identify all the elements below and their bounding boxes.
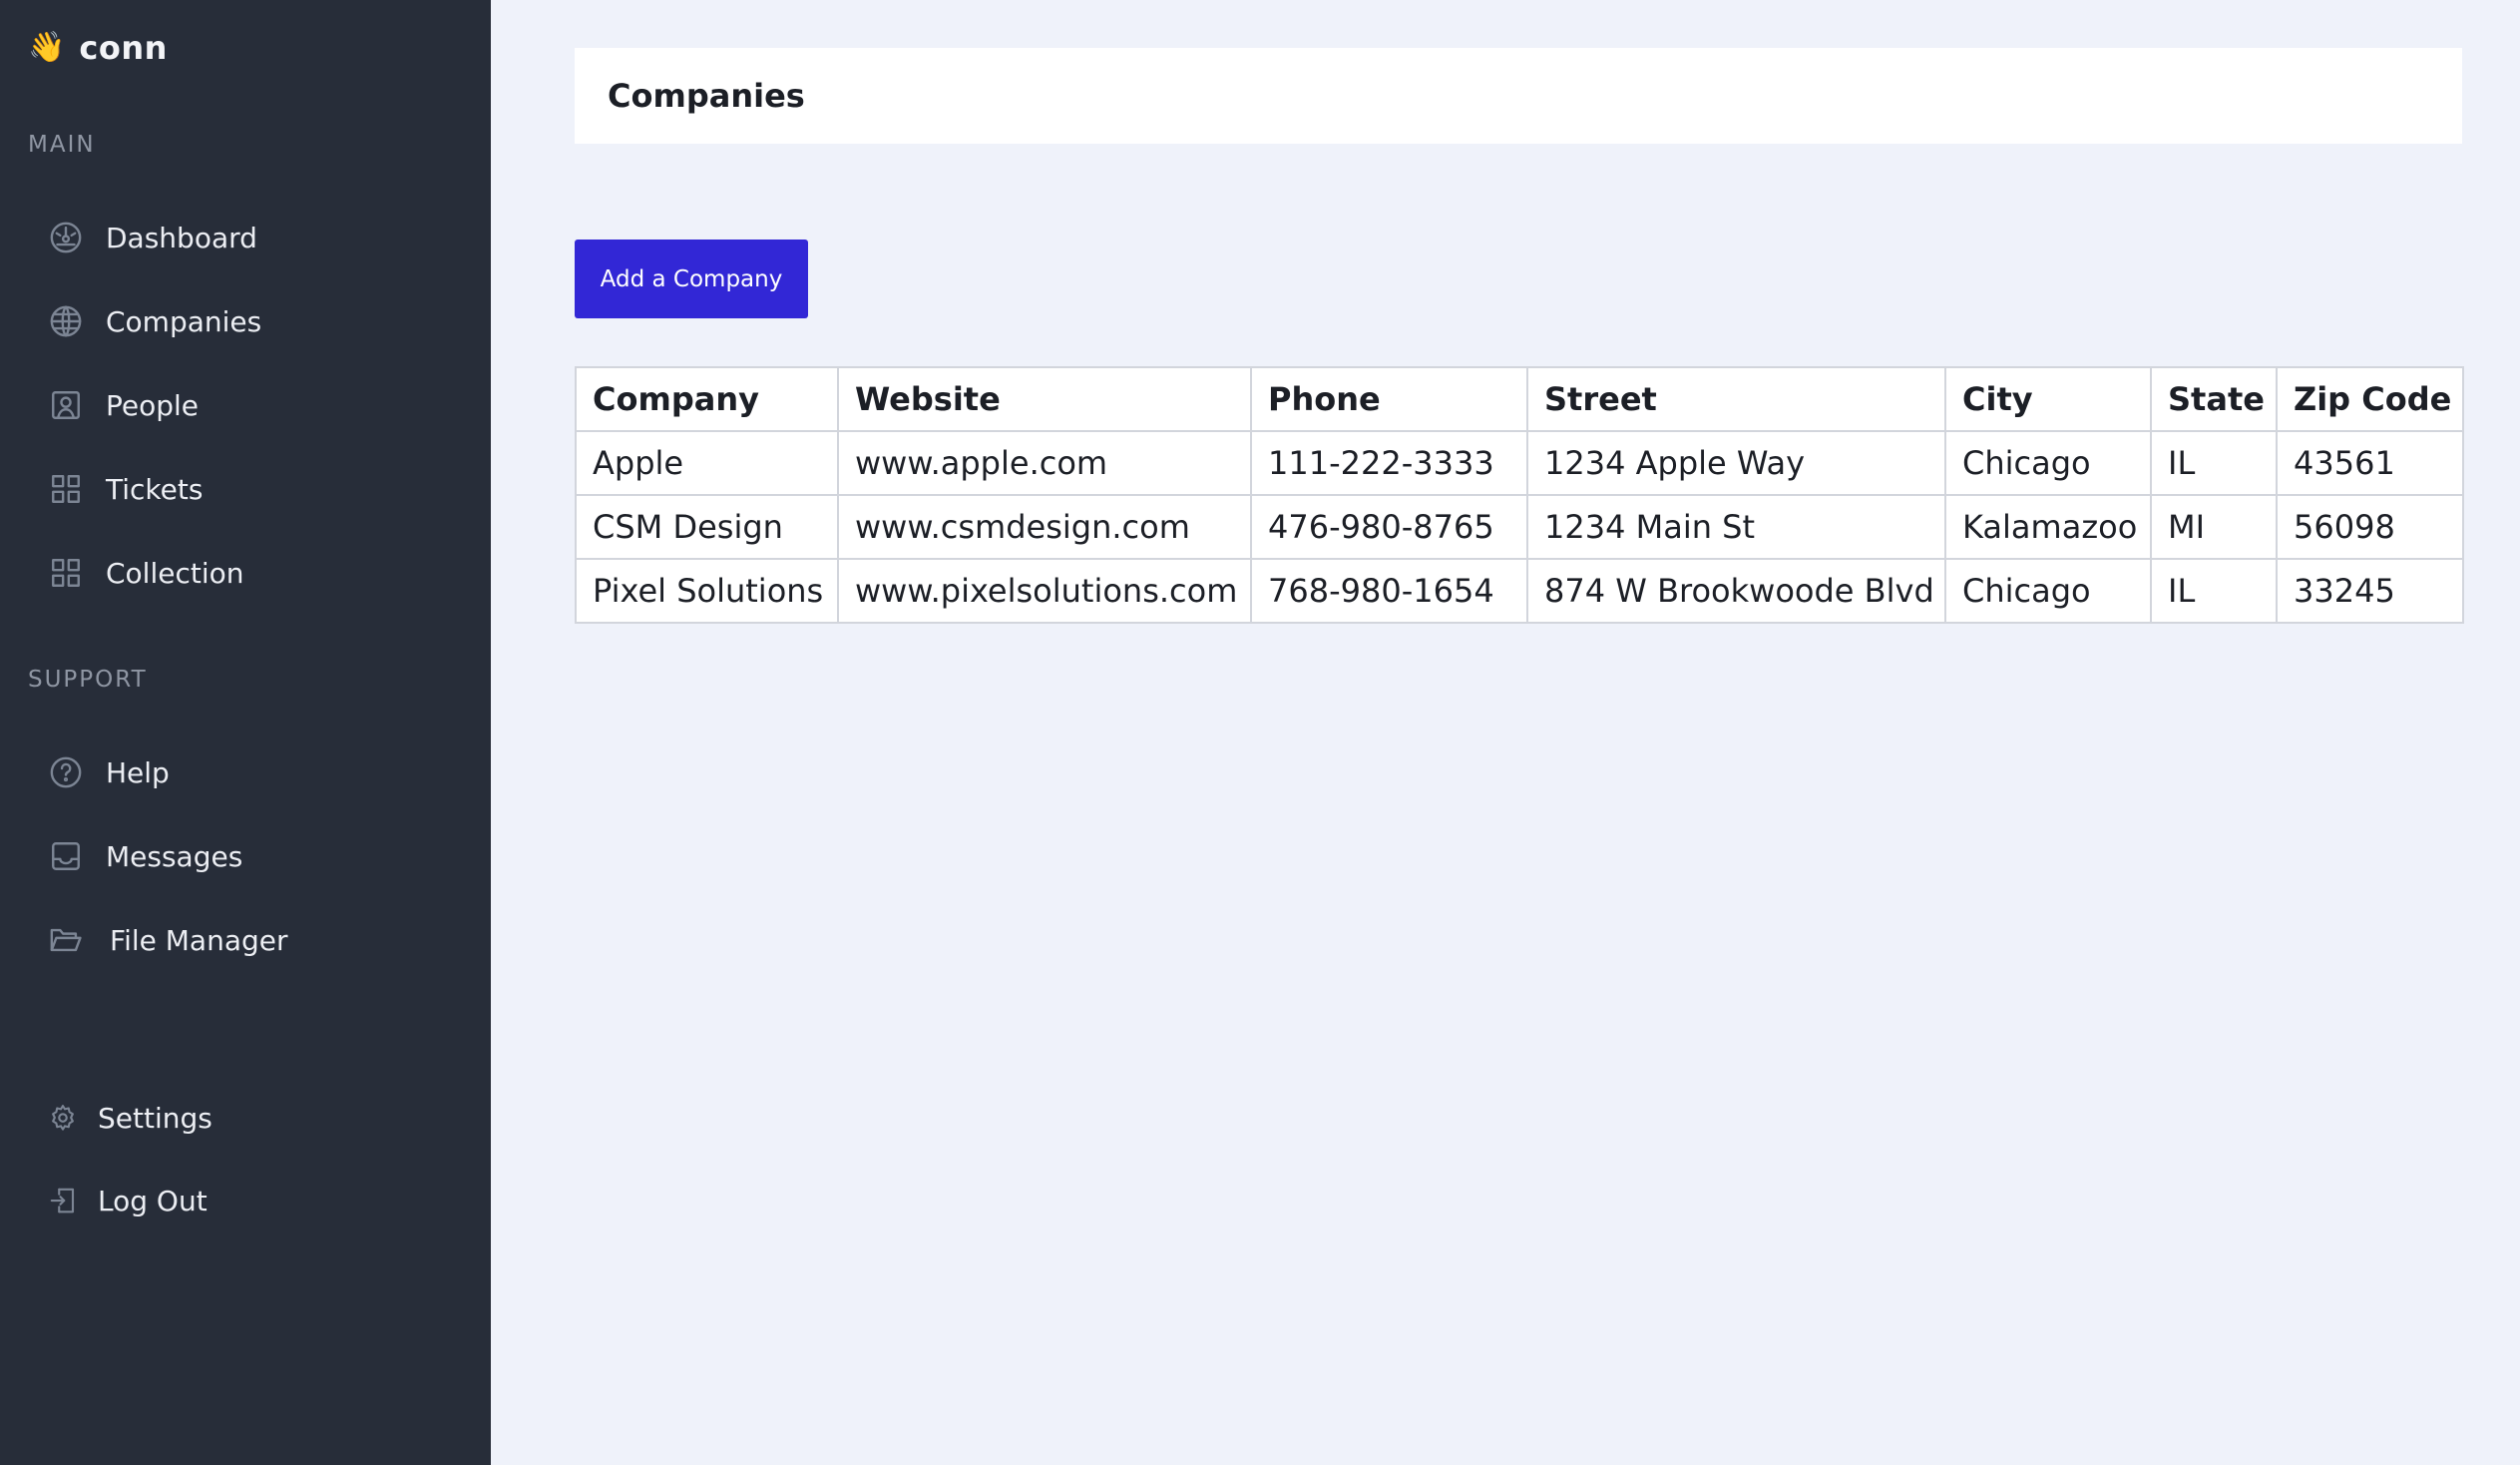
add-company-button[interactable]: Add a Company (575, 240, 808, 318)
cell-street: 1234 Apple Way (1526, 430, 1946, 496)
column-header-company[interactable]: Company (575, 366, 839, 432)
cell-state: IL (2150, 430, 2278, 496)
sidebar-item-label: People (106, 388, 200, 422)
cell-state: IL (2150, 558, 2278, 624)
sidebar-item-label: Messages (106, 839, 243, 873)
sidebar-item-file-manager[interactable]: File Manager (48, 918, 288, 962)
table-row[interactable]: Pixel Solutions www.pixelsolutions.com 7… (575, 558, 2464, 624)
companies-table: Company Website Phone Street City State … (575, 366, 2464, 624)
cell-phone: 476-980-8765 (1250, 494, 1528, 560)
grid-icon (48, 555, 84, 591)
cell-phone: 768-980-1654 (1250, 558, 1528, 624)
table-row[interactable]: Apple www.apple.com 111-222-3333 1234 Ap… (575, 430, 2464, 496)
sidebar-item-companies[interactable]: Companies (48, 299, 261, 343)
logout-icon (48, 1183, 78, 1219)
cell-company: CSM Design (575, 494, 839, 560)
sidebar-item-label: Help (106, 755, 170, 789)
cell-website: www.csmdesign.com (837, 494, 1252, 560)
column-header-state[interactable]: State (2150, 366, 2278, 432)
gear-icon (48, 1100, 78, 1136)
section-label-main: MAIN (28, 132, 96, 158)
sidebar-item-label: Companies (106, 304, 262, 338)
section-label-support: SUPPORT (28, 667, 148, 693)
sidebar-item-label: Tickets (106, 472, 204, 506)
cell-street: 1234 Main St (1526, 494, 1946, 560)
sidebar-item-people[interactable]: People (48, 383, 199, 427)
cell-website: www.pixelsolutions.com (837, 558, 1252, 624)
cell-zip: 56098 (2276, 494, 2464, 560)
sidebar-item-messages[interactable]: Messages (48, 834, 242, 878)
waving-hand-icon: 👋 (28, 30, 66, 65)
cell-phone: 111-222-3333 (1250, 430, 1528, 496)
column-header-zip[interactable]: Zip Code (2276, 366, 2464, 432)
main-content: Companies Add a Company Company Website … (491, 0, 2520, 1465)
cell-zip: 33245 (2276, 558, 2464, 624)
sidebar-item-logout[interactable]: Log Out (48, 1179, 208, 1222)
table-row[interactable]: CSM Design www.csmdesign.com 476-980-876… (575, 494, 2464, 560)
sidebar-item-label: Log Out (98, 1184, 208, 1218)
brand-name: conn (79, 29, 168, 67)
person-icon (48, 387, 84, 423)
sidebar-item-tickets[interactable]: Tickets (48, 467, 203, 511)
cell-street: 874 W Brookwoode Blvd (1526, 558, 1946, 624)
sidebar-item-settings[interactable]: Settings (48, 1096, 212, 1140)
cell-company: Pixel Solutions (575, 558, 839, 624)
globe-icon (48, 303, 84, 339)
sidebar-item-label: File Manager (110, 923, 288, 957)
column-header-website[interactable]: Website (837, 366, 1252, 432)
cell-state: MI (2150, 494, 2278, 560)
sidebar-item-dashboard[interactable]: Dashboard (48, 216, 257, 259)
cell-company: Apple (575, 430, 839, 496)
table-header-row: Company Website Phone Street City State … (575, 366, 2464, 432)
sidebar-item-collection[interactable]: Collection (48, 551, 244, 595)
grid-icon (48, 471, 84, 507)
sidebar-item-label: Collection (106, 556, 244, 590)
inbox-icon (48, 838, 84, 874)
cell-city: Chicago (1944, 430, 2152, 496)
brand[interactable]: 👋 conn (28, 26, 168, 70)
sidebar-item-label: Settings (98, 1101, 212, 1135)
help-icon (48, 754, 84, 790)
cell-website: www.apple.com (837, 430, 1252, 496)
page-header: Companies (575, 48, 2462, 144)
page-title: Companies (608, 77, 805, 115)
sidebar: 👋 conn MAIN Dashboard Companies People T… (0, 0, 491, 1465)
column-header-street[interactable]: Street (1526, 366, 1946, 432)
column-header-phone[interactable]: Phone (1250, 366, 1528, 432)
sidebar-item-help[interactable]: Help (48, 750, 170, 794)
folder-icon (48, 922, 84, 958)
column-header-city[interactable]: City (1944, 366, 2152, 432)
cell-zip: 43561 (2276, 430, 2464, 496)
sidebar-item-label: Dashboard (106, 221, 257, 254)
cell-city: Kalamazoo (1944, 494, 2152, 560)
cell-city: Chicago (1944, 558, 2152, 624)
dashboard-icon (48, 220, 84, 255)
